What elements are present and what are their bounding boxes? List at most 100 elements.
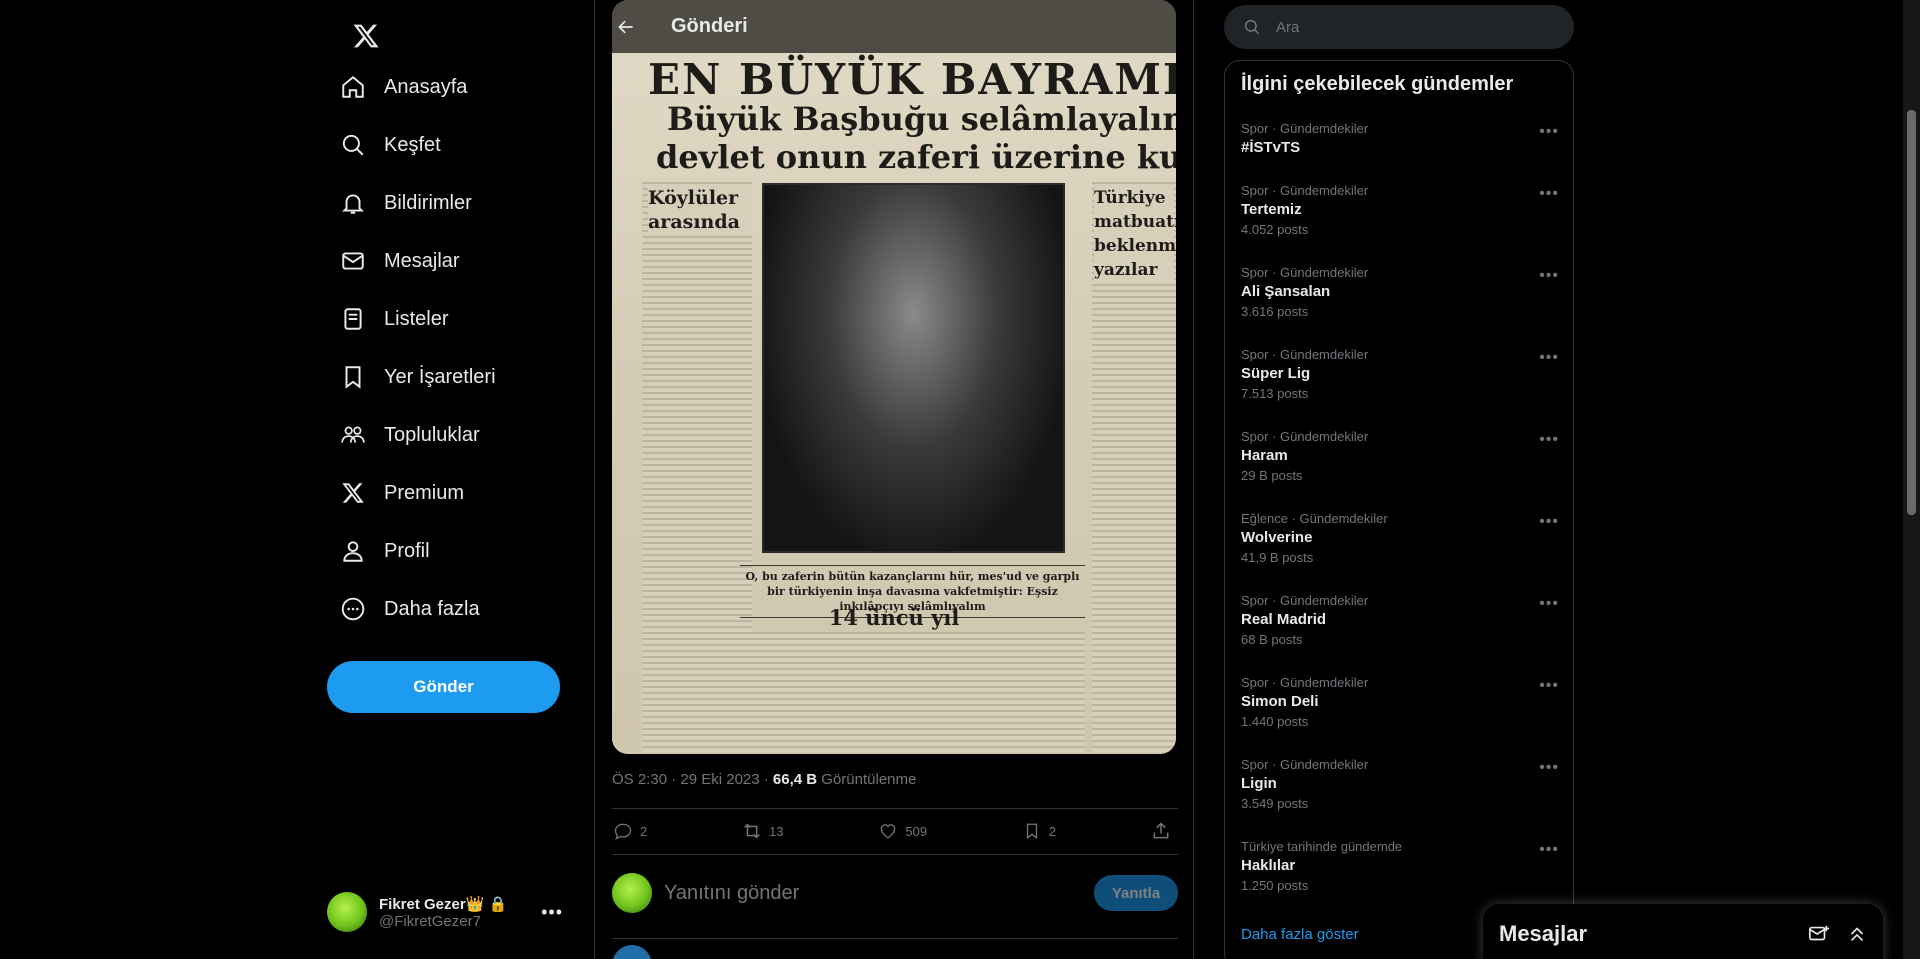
newspaper-column-head: Türkiye matbuatı beklenmiy yazılar: [1094, 186, 1176, 282]
reply-submit-button[interactable]: Yanıtla: [1094, 875, 1178, 911]
bookmark-icon: [340, 364, 366, 390]
trend-count: 4.052 posts: [1241, 222, 1309, 237]
trends-title: İlgini çekebilecek gündemler: [1241, 73, 1514, 95]
more-dots-icon[interactable]: •••: [1539, 759, 1559, 777]
repost-icon: [741, 820, 763, 842]
trends-panel: İlgini çekebilecek gündemler Spor · Günd…: [1224, 60, 1574, 959]
nav-item-explore[interactable]: Keşfet: [330, 116, 580, 174]
reply-icon: [612, 820, 634, 842]
show-more-link[interactable]: Daha fazla göster: [1241, 926, 1359, 943]
more-dots-icon[interactable]: •••: [1539, 513, 1559, 531]
nav-item-messages[interactable]: Mesajlar: [330, 232, 580, 290]
trend-name: Haklılar: [1241, 857, 1296, 874]
newspaper-headline: Büyük Başbuğu selâmlayalım. Bu: [667, 100, 1176, 138]
avatar: [327, 892, 367, 932]
communities-icon: [340, 422, 366, 448]
post-button[interactable]: Gönder: [327, 661, 560, 713]
back-arrow-icon[interactable]: [609, 10, 643, 44]
trend-context: Spor · Gündemdekiler: [1241, 347, 1369, 362]
like-button[interactable]: 509: [877, 820, 927, 842]
trend-context: Türkiye tarihinde gündemde: [1241, 839, 1403, 854]
nav-item-home[interactable]: Anasayfa: [330, 58, 580, 116]
trend-item[interactable]: Spor · Gündemdekiler Simon Deli 1.440 po…: [1241, 675, 1559, 729]
reply-button[interactable]: 2: [612, 820, 647, 842]
messages-drawer[interactable]: Mesajlar: [1483, 904, 1883, 959]
nav-item-profile[interactable]: Profil: [330, 522, 580, 580]
x-logo-icon[interactable]: [340, 10, 392, 62]
trend-item[interactable]: Spor · Gündemdekiler Haram 29 B posts ••…: [1241, 429, 1559, 483]
more-dots-icon[interactable]: •••: [1539, 677, 1559, 695]
nav-label: Bildirimler: [384, 191, 472, 214]
more-dots-icon[interactable]: •••: [1539, 595, 1559, 613]
reply-composer: Yanıtla: [612, 869, 1178, 917]
trend-item[interactable]: Spor · Gündemdekiler Real Madrid 68 B po…: [1241, 593, 1559, 647]
scrollbar-thumb[interactable]: [1907, 110, 1916, 515]
scrollbar[interactable]: [1903, 0, 1920, 959]
trend-context: Spor · Gündemdekiler: [1241, 675, 1369, 690]
account-switcher[interactable]: Fikret Gezer👑 🔒 @FikretGezer7 •••: [327, 884, 577, 940]
trend-count: 1.440 posts: [1241, 714, 1309, 729]
trend-item[interactable]: Spor · Gündemdekiler #İSTvTS •••: [1241, 121, 1559, 156]
search-icon: [1242, 17, 1262, 37]
search-icon: [340, 132, 366, 158]
like-count: 509: [905, 823, 928, 839]
trend-count: 41,9 B posts: [1241, 550, 1314, 565]
tweet-media-image[interactable]: EN BÜYÜK BAYRAMIMIZ Büyük Başbuğu selâml…: [612, 0, 1176, 754]
trend-item[interactable]: Eğlence · Gündemdekiler Wolverine 41,9 B…: [1241, 511, 1559, 565]
more-dots-icon[interactable]: •••: [1539, 431, 1559, 449]
nav-item-notifications[interactable]: Bildirimler: [330, 174, 580, 232]
account-name: Fikret Gezer👑 🔒: [379, 895, 508, 913]
more-dots-icon[interactable]: •••: [1539, 185, 1559, 203]
nav-item-lists[interactable]: Listeler: [330, 290, 580, 348]
trend-name: Simon Deli: [1241, 693, 1319, 710]
nav-label: Listeler: [384, 307, 449, 330]
trend-context: Spor · Gündemdekiler: [1241, 429, 1369, 444]
account-handle: @FikretGezer7: [379, 912, 481, 930]
bookmark-button[interactable]: 2: [1021, 820, 1056, 842]
share-button[interactable]: [1150, 820, 1178, 842]
divider: [612, 854, 1178, 855]
new-message-icon[interactable]: [1807, 922, 1831, 946]
trend-count: 3.549 posts: [1241, 796, 1309, 811]
trend-name: Ali Şansalan: [1241, 283, 1331, 300]
trend-count: 3.616 posts: [1241, 304, 1309, 319]
left-navigation: Anasayfa Keşfet Bildirimler Mesajlar Lis…: [320, 0, 595, 959]
reply-input[interactable]: [664, 881, 1094, 905]
divider: [612, 938, 1178, 939]
post-timestamp[interactable]: ÖS 2:30 · 29 Eki 2023 ·: [612, 771, 773, 788]
nav-label: Profil: [384, 539, 430, 562]
more-dots-icon[interactable]: •••: [1539, 349, 1559, 367]
post-actions: 2 13 509 2: [612, 809, 1178, 853]
more-dots-icon[interactable]: •••: [1539, 123, 1559, 141]
nav-label: Daha fazla: [384, 597, 480, 620]
nav-item-premium[interactable]: Premium: [330, 464, 580, 522]
trend-item[interactable]: Spor · Gündemdekiler Süper Lig 7.513 pos…: [1241, 347, 1559, 401]
list-icon: [340, 306, 366, 332]
trend-item[interactable]: Spor · Gündemdekiler Ali Şansalan 3.616 …: [1241, 265, 1559, 319]
avatar[interactable]: [612, 945, 652, 959]
newspaper-body-text: [740, 632, 1085, 752]
chevron-up-icon[interactable]: [1845, 922, 1869, 946]
search-box[interactable]: Ara: [1224, 5, 1574, 49]
page: Anasayfa Keşfet Bildirimler Mesajlar Lis…: [0, 0, 1920, 959]
more-dots-icon[interactable]: •••: [1539, 841, 1559, 859]
trend-item[interactable]: Spor · Gündemdekiler Ligin 3.549 posts •…: [1241, 757, 1559, 811]
trend-item[interactable]: Türkiye tarihinde gündemde Haklılar 1.25…: [1241, 839, 1559, 893]
avatar: [612, 873, 652, 913]
more-dots-icon[interactable]: •••: [541, 902, 563, 923]
bell-icon: [340, 190, 366, 216]
trend-item[interactable]: Spor · Gündemdekiler Tertemiz 4.052 post…: [1241, 183, 1559, 237]
post-header: Gönderi: [595, 0, 1193, 53]
newspaper-headline: devlet onun zaferi üzerine kuruldu: [656, 138, 1176, 176]
more-dots-icon[interactable]: •••: [1539, 267, 1559, 285]
nav-item-bookmarks[interactable]: Yer İşaretleri: [330, 348, 580, 406]
search-placeholder: Ara: [1276, 18, 1300, 36]
nav-item-more[interactable]: Daha fazla: [330, 580, 580, 638]
nav-item-communities[interactable]: Topluluklar: [330, 406, 580, 464]
view-label: Görüntülenme: [817, 771, 917, 788]
repost-button[interactable]: 13: [741, 820, 784, 842]
page-title: Gönderi: [671, 15, 748, 37]
trend-name: Real Madrid: [1241, 611, 1327, 628]
trend-count: 1.250 posts: [1241, 878, 1309, 893]
nav-label: Topluluklar: [384, 423, 480, 446]
